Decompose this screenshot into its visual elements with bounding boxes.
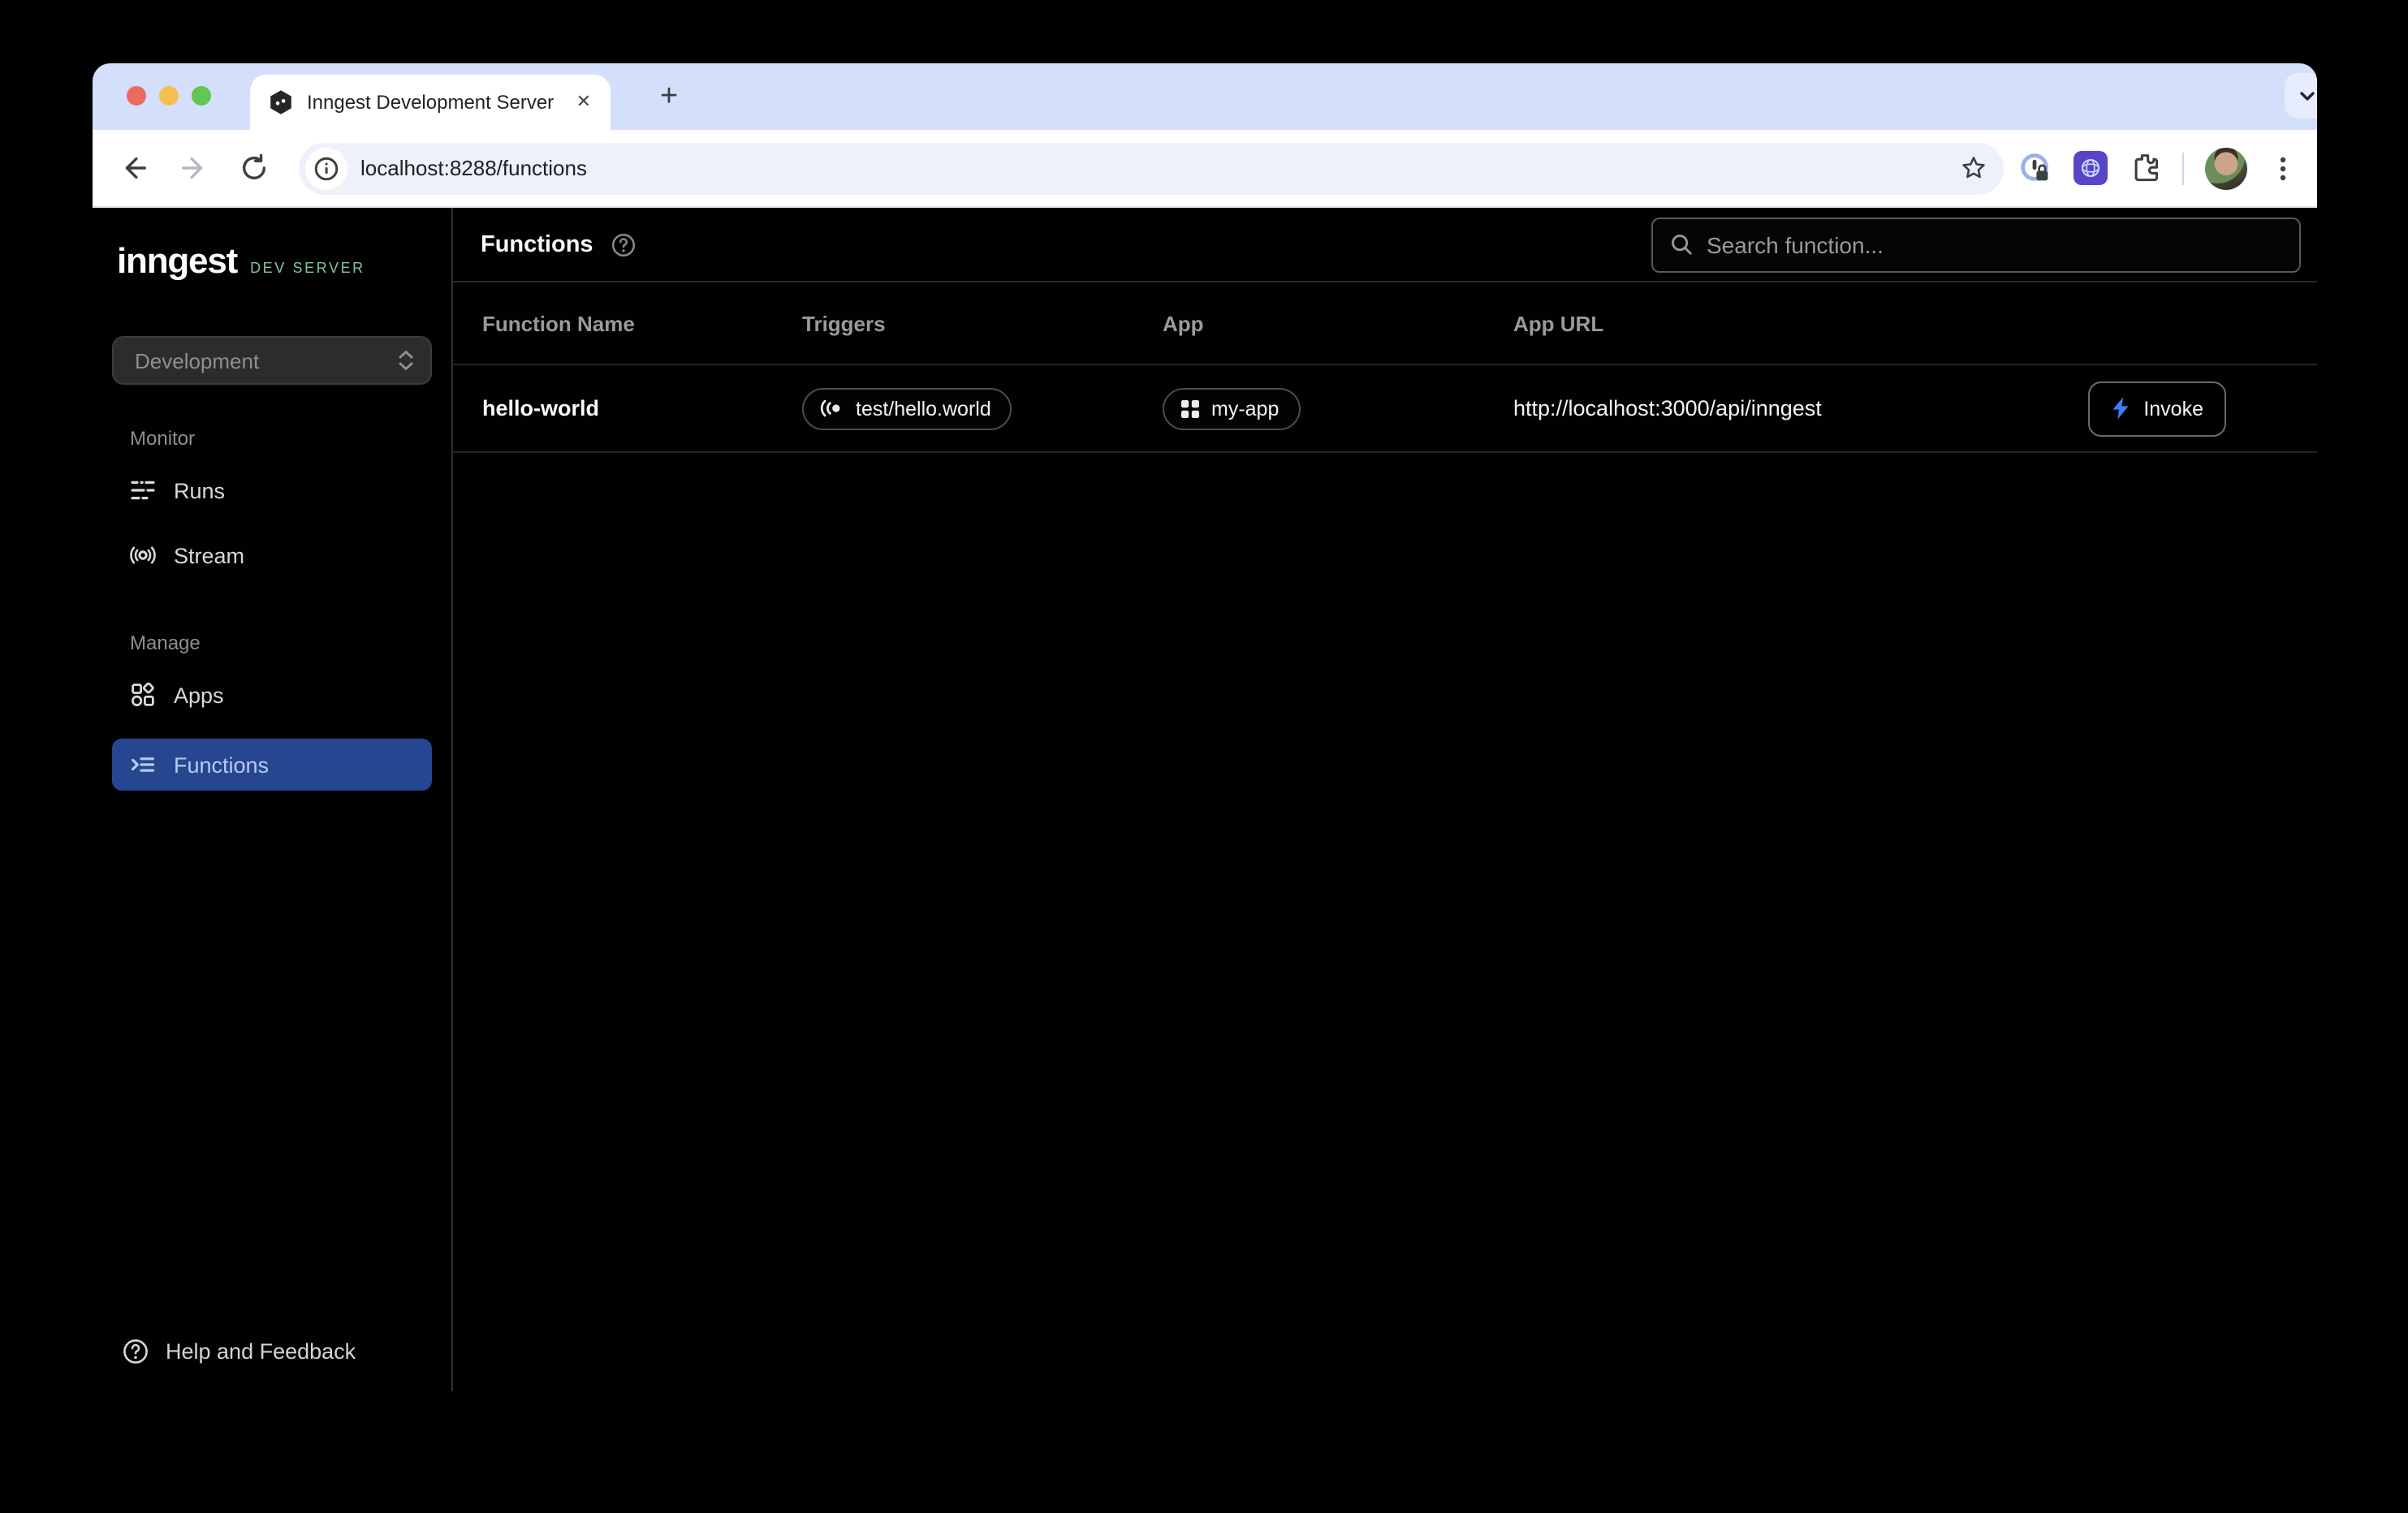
bookmark-star-button[interactable] bbox=[1960, 154, 1987, 182]
page-title: Functions bbox=[481, 231, 593, 257]
runs-icon bbox=[130, 477, 156, 503]
sidebar-item-stream[interactable]: Stream bbox=[112, 524, 432, 586]
functions-icon bbox=[130, 752, 156, 778]
app-url[interactable]: http://localhost:3000/api/inngest bbox=[1513, 396, 2088, 420]
column-app: App bbox=[1163, 311, 1513, 335]
sidebar-item-label: Runs bbox=[174, 478, 225, 502]
sidebar-section-manage: Manage bbox=[112, 631, 432, 654]
sidebar-item-label: Functions bbox=[174, 752, 269, 777]
inngest-app: inngest DEV SERVER Development Monitor bbox=[93, 208, 2317, 1391]
invoke-label: Invoke bbox=[2143, 397, 2203, 420]
toolbar-divider bbox=[2182, 152, 2184, 184]
forward-button[interactable] bbox=[175, 150, 211, 186]
help-circle-icon bbox=[611, 231, 637, 257]
page-header: Functions bbox=[453, 208, 2317, 282]
extensions-puzzle-icon[interactable] bbox=[2129, 152, 2161, 184]
invoke-button[interactable]: Invoke bbox=[2088, 381, 2226, 436]
help-label: Help and Feedback bbox=[166, 1339, 356, 1364]
back-arrow-icon bbox=[118, 153, 149, 183]
window-controls bbox=[127, 86, 211, 106]
reload-icon bbox=[238, 153, 269, 183]
trigger-badge[interactable]: test/hello.world bbox=[802, 387, 1012, 429]
event-trigger-icon bbox=[820, 398, 844, 419]
tab-title: Inngest Development Server bbox=[307, 91, 557, 114]
sidebar: inngest DEV SERVER Development Monitor bbox=[93, 208, 453, 1391]
app-label: my-app bbox=[1211, 397, 1279, 420]
environment-select[interactable]: Development bbox=[112, 336, 432, 385]
browser-window: Inngest Development Server ✕ + bbox=[93, 63, 2317, 1391]
kebab-menu-icon bbox=[2268, 153, 2298, 183]
table-header: Function Name Triggers App App URL bbox=[453, 282, 2317, 365]
site-info-button[interactable] bbox=[305, 147, 347, 189]
sidebar-item-apps[interactable]: Apps bbox=[112, 664, 432, 726]
lightning-bolt-icon bbox=[2111, 396, 2130, 420]
function-name[interactable]: hello-world bbox=[453, 396, 802, 420]
minimize-window-button[interactable] bbox=[159, 86, 179, 106]
sidebar-section-monitor: Monitor bbox=[112, 427, 432, 450]
select-chevrons-icon bbox=[396, 347, 416, 373]
chevron-down-icon bbox=[2298, 86, 2317, 106]
browser-toolbar: localhost:8288/functions bbox=[93, 130, 2317, 208]
tab-favicon-inngest-icon bbox=[268, 89, 294, 115]
help-and-feedback-button[interactable]: Help and Feedback bbox=[112, 1338, 432, 1365]
tab-strip: Inngest Development Server ✕ + bbox=[93, 63, 2317, 130]
app-grid-icon bbox=[1180, 399, 1200, 418]
main-content: Functions bbox=[453, 208, 2317, 1391]
sidebar-item-label: Apps bbox=[174, 683, 224, 707]
functions-help-button[interactable] bbox=[611, 231, 637, 257]
environment-selected-value: Development bbox=[135, 348, 396, 373]
sidebar-item-functions[interactable]: Functions bbox=[112, 739, 432, 791]
column-triggers: Triggers bbox=[802, 311, 1163, 335]
profile-avatar[interactable] bbox=[2205, 147, 2247, 189]
address-bar[interactable]: localhost:8288/functions bbox=[299, 142, 2004, 194]
column-function-name: Function Name bbox=[453, 311, 802, 335]
search-icon bbox=[1669, 232, 1694, 256]
tab-close-icon[interactable]: ✕ bbox=[570, 90, 598, 114]
purple-extension-icon[interactable] bbox=[2074, 151, 2108, 185]
star-icon bbox=[1960, 154, 1987, 182]
back-button[interactable] bbox=[115, 150, 151, 186]
new-tab-button[interactable]: + bbox=[649, 78, 688, 117]
browser-menu-button[interactable] bbox=[2268, 153, 2298, 183]
password-manager-extension-icon[interactable] bbox=[2017, 150, 2052, 186]
table-empty-area bbox=[453, 453, 2317, 1391]
table-row[interactable]: hello-world test/hello.world bbox=[453, 365, 2317, 453]
reload-button[interactable] bbox=[235, 150, 271, 186]
trigger-label: test/hello.world bbox=[856, 397, 991, 420]
close-window-button[interactable] bbox=[127, 86, 146, 106]
function-search[interactable] bbox=[1651, 217, 2301, 272]
help-circle-icon bbox=[122, 1338, 149, 1365]
info-icon bbox=[313, 155, 339, 181]
sidebar-item-runs[interactable]: Runs bbox=[112, 459, 432, 521]
zoom-window-button[interactable] bbox=[192, 86, 211, 106]
app-badge[interactable]: my-app bbox=[1163, 387, 1300, 429]
inngest-logo: inngest bbox=[117, 240, 237, 282]
browser-tab[interactable]: Inngest Development Server ✕ bbox=[250, 75, 611, 130]
stream-icon bbox=[130, 542, 156, 568]
url-text[interactable]: localhost:8288/functions bbox=[360, 156, 1960, 180]
apps-icon bbox=[130, 682, 156, 708]
sidebar-item-label: Stream bbox=[174, 543, 244, 567]
search-input[interactable] bbox=[1707, 231, 2283, 257]
dev-server-badge: DEV SERVER bbox=[250, 260, 365, 276]
column-app-url: App URL bbox=[1513, 311, 2317, 335]
tab-search-chevron-button[interactable] bbox=[2285, 73, 2317, 119]
forward-arrow-icon bbox=[178, 153, 209, 183]
